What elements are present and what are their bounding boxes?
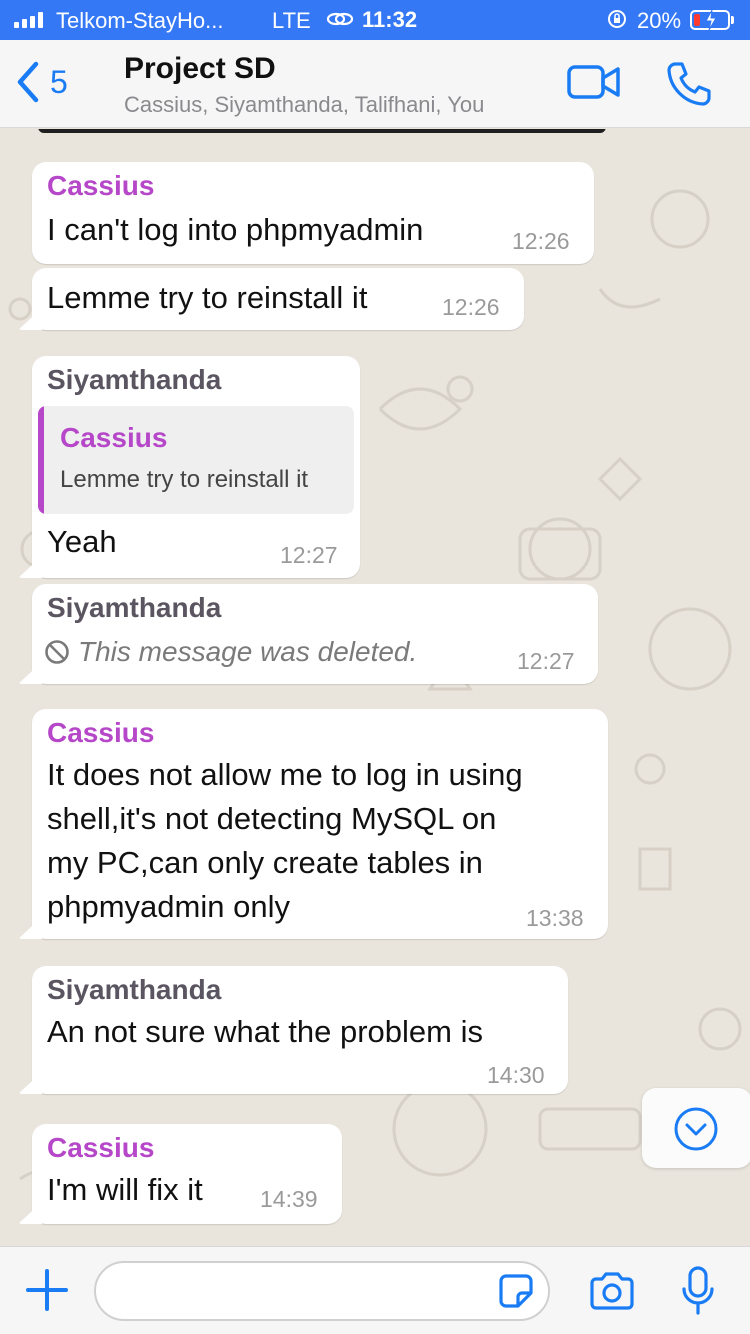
quoted-sender: Cassius — [60, 422, 168, 453]
link-icon — [326, 8, 354, 36]
message-sender: Cassius — [47, 170, 155, 201]
signal-icon — [14, 12, 43, 28]
chevron-down-icon — [674, 1107, 718, 1151]
message-sender: Siyamthanda — [47, 364, 222, 395]
message-text: I'm will fix it — [47, 1172, 203, 1207]
input-bar — [0, 1246, 750, 1334]
message-time: 14:39 — [260, 1186, 318, 1212]
message-bubble[interactable]: Cassius I'm will fix it 14:39 — [32, 1124, 342, 1224]
battery-tip — [731, 16, 734, 24]
message-bubble[interactable]: Cassius I can't log into phpmyadmin 12:2… — [32, 162, 594, 264]
message-text-line: my PC,can only create tables in — [47, 845, 483, 880]
voice-call-button[interactable] — [665, 60, 713, 113]
message-input[interactable] — [94, 1261, 550, 1321]
clock: 11:32 — [362, 7, 418, 32]
message-text: Yeah — [47, 524, 117, 559]
message-text: I can't log into phpmyadmin — [47, 212, 424, 247]
network-type: LTE — [272, 8, 311, 33]
video-call-icon — [567, 65, 620, 99]
rotation-lock-icon — [606, 8, 628, 36]
message-sender: Cassius — [47, 1132, 155, 1163]
back-chevron-icon — [17, 61, 39, 103]
scroll-to-bottom-button[interactable] — [642, 1088, 750, 1168]
deleted-icon — [45, 640, 69, 664]
deleted-text: This message was deleted. — [78, 636, 418, 667]
deleted-message-bubble[interactable]: Siyamthanda This message was deleted. 12… — [32, 584, 598, 684]
message-time: 12:26 — [512, 228, 570, 254]
message-sender: Siyamthanda — [47, 592, 222, 623]
microphone-icon — [682, 1266, 714, 1315]
quoted-text: Lemme try to reinstall it — [60, 466, 309, 493]
chat-participants[interactable]: Cassius, Siyamthanda, Talifhani, You — [124, 92, 484, 118]
message-sender: Cassius — [47, 717, 155, 748]
chat-header: 5 Project SD Cassius, Siyamthanda, Talif… — [0, 40, 750, 128]
message-text-line: phpmyadmin only — [47, 889, 290, 924]
previous-message-fragment — [38, 129, 606, 133]
camera-button[interactable] — [588, 1271, 636, 1316]
message-bubble[interactable]: Siyamthanda An not sure what the problem… — [32, 966, 568, 1094]
quote-accent-bar — [38, 406, 44, 514]
message-time: 14:30 — [487, 1062, 545, 1088]
message-bubble[interactable]: Lemme try to reinstall it 12:26 — [32, 268, 524, 330]
phone-icon — [667, 62, 711, 106]
microphone-button[interactable] — [680, 1265, 716, 1322]
reply-message-bubble[interactable]: Siyamthanda Cassius Lemme try to reinsta… — [32, 356, 360, 578]
message-text: An not sure what the problem is — [47, 1014, 483, 1049]
battery-icon — [690, 9, 730, 31]
battery-percent: 20% — [637, 8, 682, 33]
message-time: 12:27 — [517, 648, 575, 674]
plus-icon — [26, 1269, 68, 1311]
quoted-message[interactable]: Cassius Lemme try to reinstall it — [38, 406, 354, 514]
carrier-name: Telkom-StayHo... — [56, 8, 224, 33]
chat-title[interactable]: Project SD — [124, 52, 276, 86]
message-bubble[interactable]: Cassius It does not allow me to log in u… — [32, 709, 608, 939]
message-text-line: It does not allow me to log in using — [47, 757, 523, 792]
message-time: 12:27 — [280, 542, 338, 568]
status-bar: Telkom-StayHo... LTE 11:32 20% — [0, 0, 750, 40]
chat-area[interactable]: Cassius I can't log into phpmyadmin 12:2… — [0, 129, 750, 1246]
sticker-icon — [499, 1274, 533, 1308]
deleted-row: This message was deleted. — [44, 636, 417, 668]
video-call-button[interactable] — [566, 62, 622, 107]
unread-count: 5 — [50, 63, 68, 100]
message-time: 13:38 — [526, 905, 584, 931]
sticker-button[interactable] — [498, 1273, 534, 1314]
back-button[interactable]: 5 — [12, 58, 68, 106]
attach-button[interactable] — [24, 1267, 70, 1318]
message-sender: Siyamthanda — [47, 974, 222, 1005]
message-text-line: shell,it's not detecting MySQL on — [47, 801, 497, 836]
camera-icon — [590, 1272, 634, 1310]
message-time: 12:26 — [442, 294, 500, 320]
message-text: Lemme try to reinstall it — [47, 280, 368, 315]
